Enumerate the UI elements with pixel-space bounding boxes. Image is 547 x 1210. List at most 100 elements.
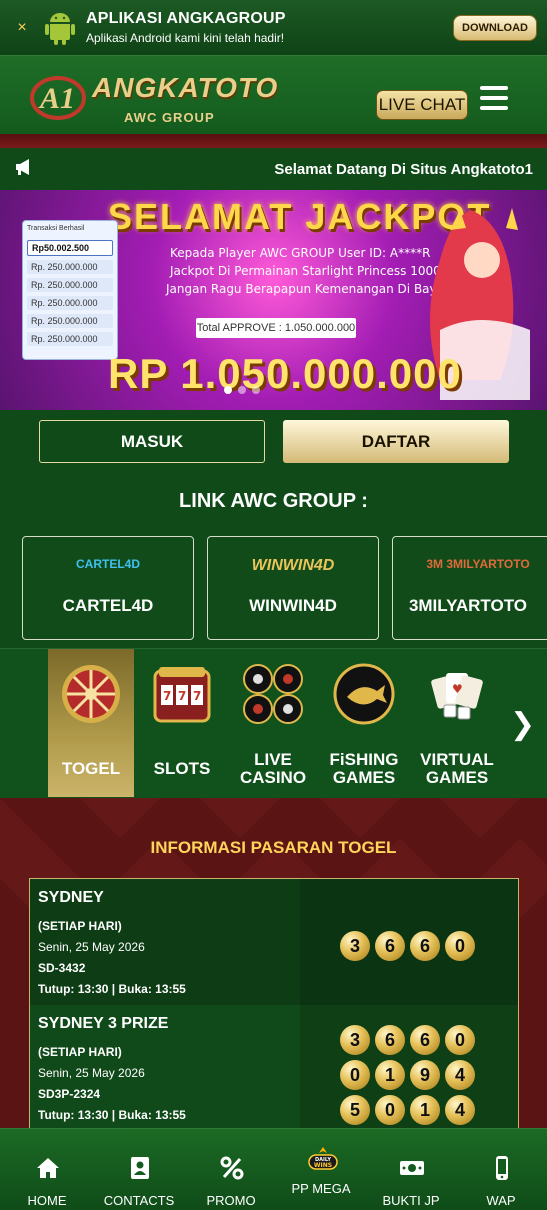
register-button[interactable]: DAFTAR — [283, 420, 509, 463]
category-fishing-games[interactable]: FiSHING GAMES — [321, 649, 407, 797]
winwin4d-logo: WINWIN4D — [251, 557, 335, 574]
bottom-navigation: HOME CONTACTS PROMO DAILY WINS PP MEGA B… — [0, 1128, 547, 1210]
page: × APLIKASI ANGKAGROUP Aplikasi Android k… — [0, 0, 547, 1210]
result-ball: 6 — [375, 1025, 405, 1055]
market-info: SYDNEY (SETIAP HARI) Senin, 25 May 2026 … — [30, 879, 300, 1005]
nav-home[interactable]: HOME — [2, 1129, 92, 1210]
receipt-row: Rp. 250.000.000 — [27, 314, 113, 328]
contacts-icon — [131, 1157, 149, 1179]
wheel-icon — [62, 665, 120, 723]
result-balls: 0 1 9 4 — [340, 1060, 475, 1090]
next-category-arrow-icon[interactable]: ❯ — [510, 707, 535, 742]
android-icon — [45, 12, 75, 45]
link-card-cartel4d[interactable]: CARTEL4D CARTEL4D — [22, 536, 194, 640]
market-times: Tutup: 13:30 | Buka: 13:55 — [38, 1108, 186, 1122]
approve-box: Total APPROVE : 1.050.000.000 — [196, 318, 356, 338]
nav-bukti-jp[interactable]: BUKTI JP — [366, 1129, 456, 1210]
category-label: FiSHING GAMES — [329, 750, 399, 787]
nav-label: BUKTI JP — [382, 1193, 440, 1208]
category-togel[interactable]: TOGEL — [48, 649, 134, 797]
result-balls: 5 0 1 4 — [340, 1095, 475, 1125]
receipt-row: Rp. 250.000.000 — [27, 260, 113, 274]
market-code: SD3P-2324 — [38, 1087, 101, 1101]
game-category-bar: TOGEL 7 7 7 SLOTS LIVE CASINO FiSHING GA… — [0, 648, 547, 798]
market-row[interactable]: SYDNEY (SETIAP HARI) Senin, 25 May 2026 … — [30, 879, 518, 1005]
result-balls: 3 6 6 0 — [340, 1025, 475, 1055]
category-live-casino[interactable]: LIVE CASINO — [230, 649, 316, 797]
market-name: SYDNEY 3 PRIZE — [38, 1015, 169, 1032]
receipt-row: Rp. 250.000.000 — [27, 278, 113, 292]
live-chat-button[interactable]: LIVE CHAT — [376, 90, 468, 120]
close-banner-button[interactable]: × — [0, 19, 44, 37]
result-ball: 1 — [375, 1060, 405, 1090]
result-ball: 0 — [340, 1060, 370, 1090]
category-virtual-games[interactable]: ♥ VIRTUAL GAMES — [414, 649, 500, 797]
fish-icon — [333, 663, 395, 725]
link-card-3milyartoto[interactable]: 3M 3MILYARTOTO 3MILYARTOTO — [392, 536, 547, 640]
app-banner-subtitle: Aplikasi Android kami kini telah hadir! — [86, 31, 285, 45]
result-ball: 6 — [375, 931, 405, 961]
result-ball: 6 — [410, 1025, 440, 1055]
transfer-receipt: Transaksi Berhasil Rp50.002.500 Rp. 250.… — [22, 220, 118, 360]
app-download-banner: × APLIKASI ANGKAGROUP Aplikasi Android k… — [0, 0, 547, 56]
link-card-label: WINWIN4D — [249, 596, 337, 615]
market-code: SD-3432 — [38, 961, 86, 975]
download-button[interactable]: DOWNLOAD — [453, 14, 537, 41]
svg-text:A1: A1 — [38, 82, 75, 115]
togel-market-info: INFORMASI PASARAN TOGEL SYDNEY (SETIAP H… — [0, 798, 547, 1128]
market-results: 3 6 6 0 0 1 9 4 5 0 1 4 — [300, 1005, 518, 1128]
category-label: VIRTUAL GAMES — [420, 750, 494, 787]
phone-icon — [496, 1156, 508, 1180]
nav-label: HOME — [27, 1193, 67, 1208]
announcement-marquee: Selamat Datang Di Situs Angkatoto1 — [0, 148, 547, 190]
banner-line-2: Jackpot Di Permainan Starlight Princess … — [170, 264, 441, 278]
daily-wins-icon: DAILY WINS — [308, 1147, 338, 1170]
nav-label: CONTACTS — [103, 1193, 175, 1208]
login-button[interactable]: MASUK — [39, 420, 265, 463]
result-ball: 0 — [445, 1025, 475, 1055]
nav-promo[interactable]: PROMO — [186, 1129, 276, 1210]
jackpot-amount: RP 1.050.000.000 — [108, 350, 462, 397]
marquee-text: Selamat Datang Di Situs Angkatoto1 — [274, 160, 533, 178]
nav-pp-mega[interactable]: DAILY WINS PP MEGA — [276, 1129, 366, 1210]
percent-icon — [220, 1156, 244, 1180]
cartel4d-logo: CARTEL4D — [75, 557, 140, 571]
section-heading: LINK AWC GROUP : — [179, 490, 368, 512]
link-card-winwin4d[interactable]: WINWIN4D WINWIN4D — [207, 536, 379, 640]
brand-name: ANGKATOTO — [92, 72, 279, 103]
home-icon — [37, 1158, 59, 1178]
market-date: Senin, 25 May 2026 — [38, 1066, 145, 1080]
svg-text:WINS: WINS — [314, 1162, 332, 1169]
market-times: Tutup: 13:30 | Buka: 13:55 — [38, 982, 186, 996]
category-label: LIVE CASINO — [239, 750, 307, 787]
hamburger-menu-icon[interactable] — [480, 86, 508, 112]
nav-wap[interactable]: WAP — [456, 1129, 546, 1210]
result-balls: 3 6 6 0 — [340, 931, 475, 961]
carousel-dots[interactable] — [224, 386, 260, 394]
market-date: Senin, 25 May 2026 — [38, 940, 145, 954]
casino-chips-icon — [243, 664, 303, 724]
megaphone-icon — [0, 158, 48, 181]
market-row[interactable]: SYDNEY 3 PRIZE (SETIAP HARI) Senin, 25 M… — [30, 1005, 518, 1128]
svg-text:7: 7 — [193, 689, 201, 703]
jackpot-banner[interactable]: SELAMAT JACKPOT Kepada Player AWC GROUP … — [0, 190, 547, 410]
result-ball: 1 — [410, 1095, 440, 1125]
result-ball: 3 — [340, 931, 370, 961]
slot-machine-icon: 7 7 7 — [153, 667, 211, 723]
result-ball: 5 — [340, 1095, 370, 1125]
site-logo[interactable]: A1 ANGKATOTO AWC GROUP — [28, 70, 277, 126]
result-ball: 4 — [445, 1095, 475, 1125]
receipt-row: Rp. 250.000.000 — [27, 296, 113, 310]
svg-text:7: 7 — [178, 689, 186, 703]
togel-heading: INFORMASI PASARAN TOGEL — [150, 838, 397, 857]
money-icon — [400, 1161, 424, 1175]
decorative-strip — [0, 134, 547, 148]
nav-contacts[interactable]: CONTACTS — [94, 1129, 184, 1210]
svg-text:7: 7 — [163, 689, 171, 703]
banner-line-1: Kepada Player AWC GROUP User ID: A****R — [170, 246, 431, 260]
category-slots[interactable]: 7 7 7 SLOTS — [139, 649, 225, 797]
receipt-title: Transaksi Berhasil — [27, 225, 85, 232]
market-schedule: (SETIAP HARI) — [38, 919, 122, 933]
auth-buttons: MASUK DAFTAR — [0, 410, 547, 476]
result-ball: 4 — [445, 1060, 475, 1090]
